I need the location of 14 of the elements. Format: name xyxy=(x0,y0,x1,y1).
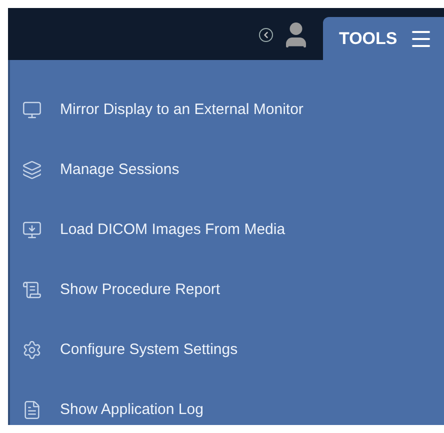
menu-item[interactable]: Mirror Display to an External Monitor xyxy=(10,80,444,140)
menu-item[interactable]: Show Procedure Report xyxy=(10,260,444,320)
layers-icon xyxy=(22,160,42,180)
menu-item[interactable]: Configure System Settings xyxy=(10,320,444,380)
monitor-download-icon xyxy=(22,220,42,240)
tools-tab[interactable]: TOOLS xyxy=(323,17,444,60)
report-icon xyxy=(22,280,42,300)
menu-item[interactable]: Show Application Log xyxy=(10,380,444,433)
back-icon[interactable] xyxy=(259,28,273,42)
menu-item[interactable]: Manage Sessions xyxy=(10,140,444,200)
monitor-icon xyxy=(22,100,42,120)
menu-item[interactable]: Load DICOM Images From Media xyxy=(10,200,444,260)
settings-icon xyxy=(22,340,42,360)
document-icon xyxy=(22,400,42,420)
